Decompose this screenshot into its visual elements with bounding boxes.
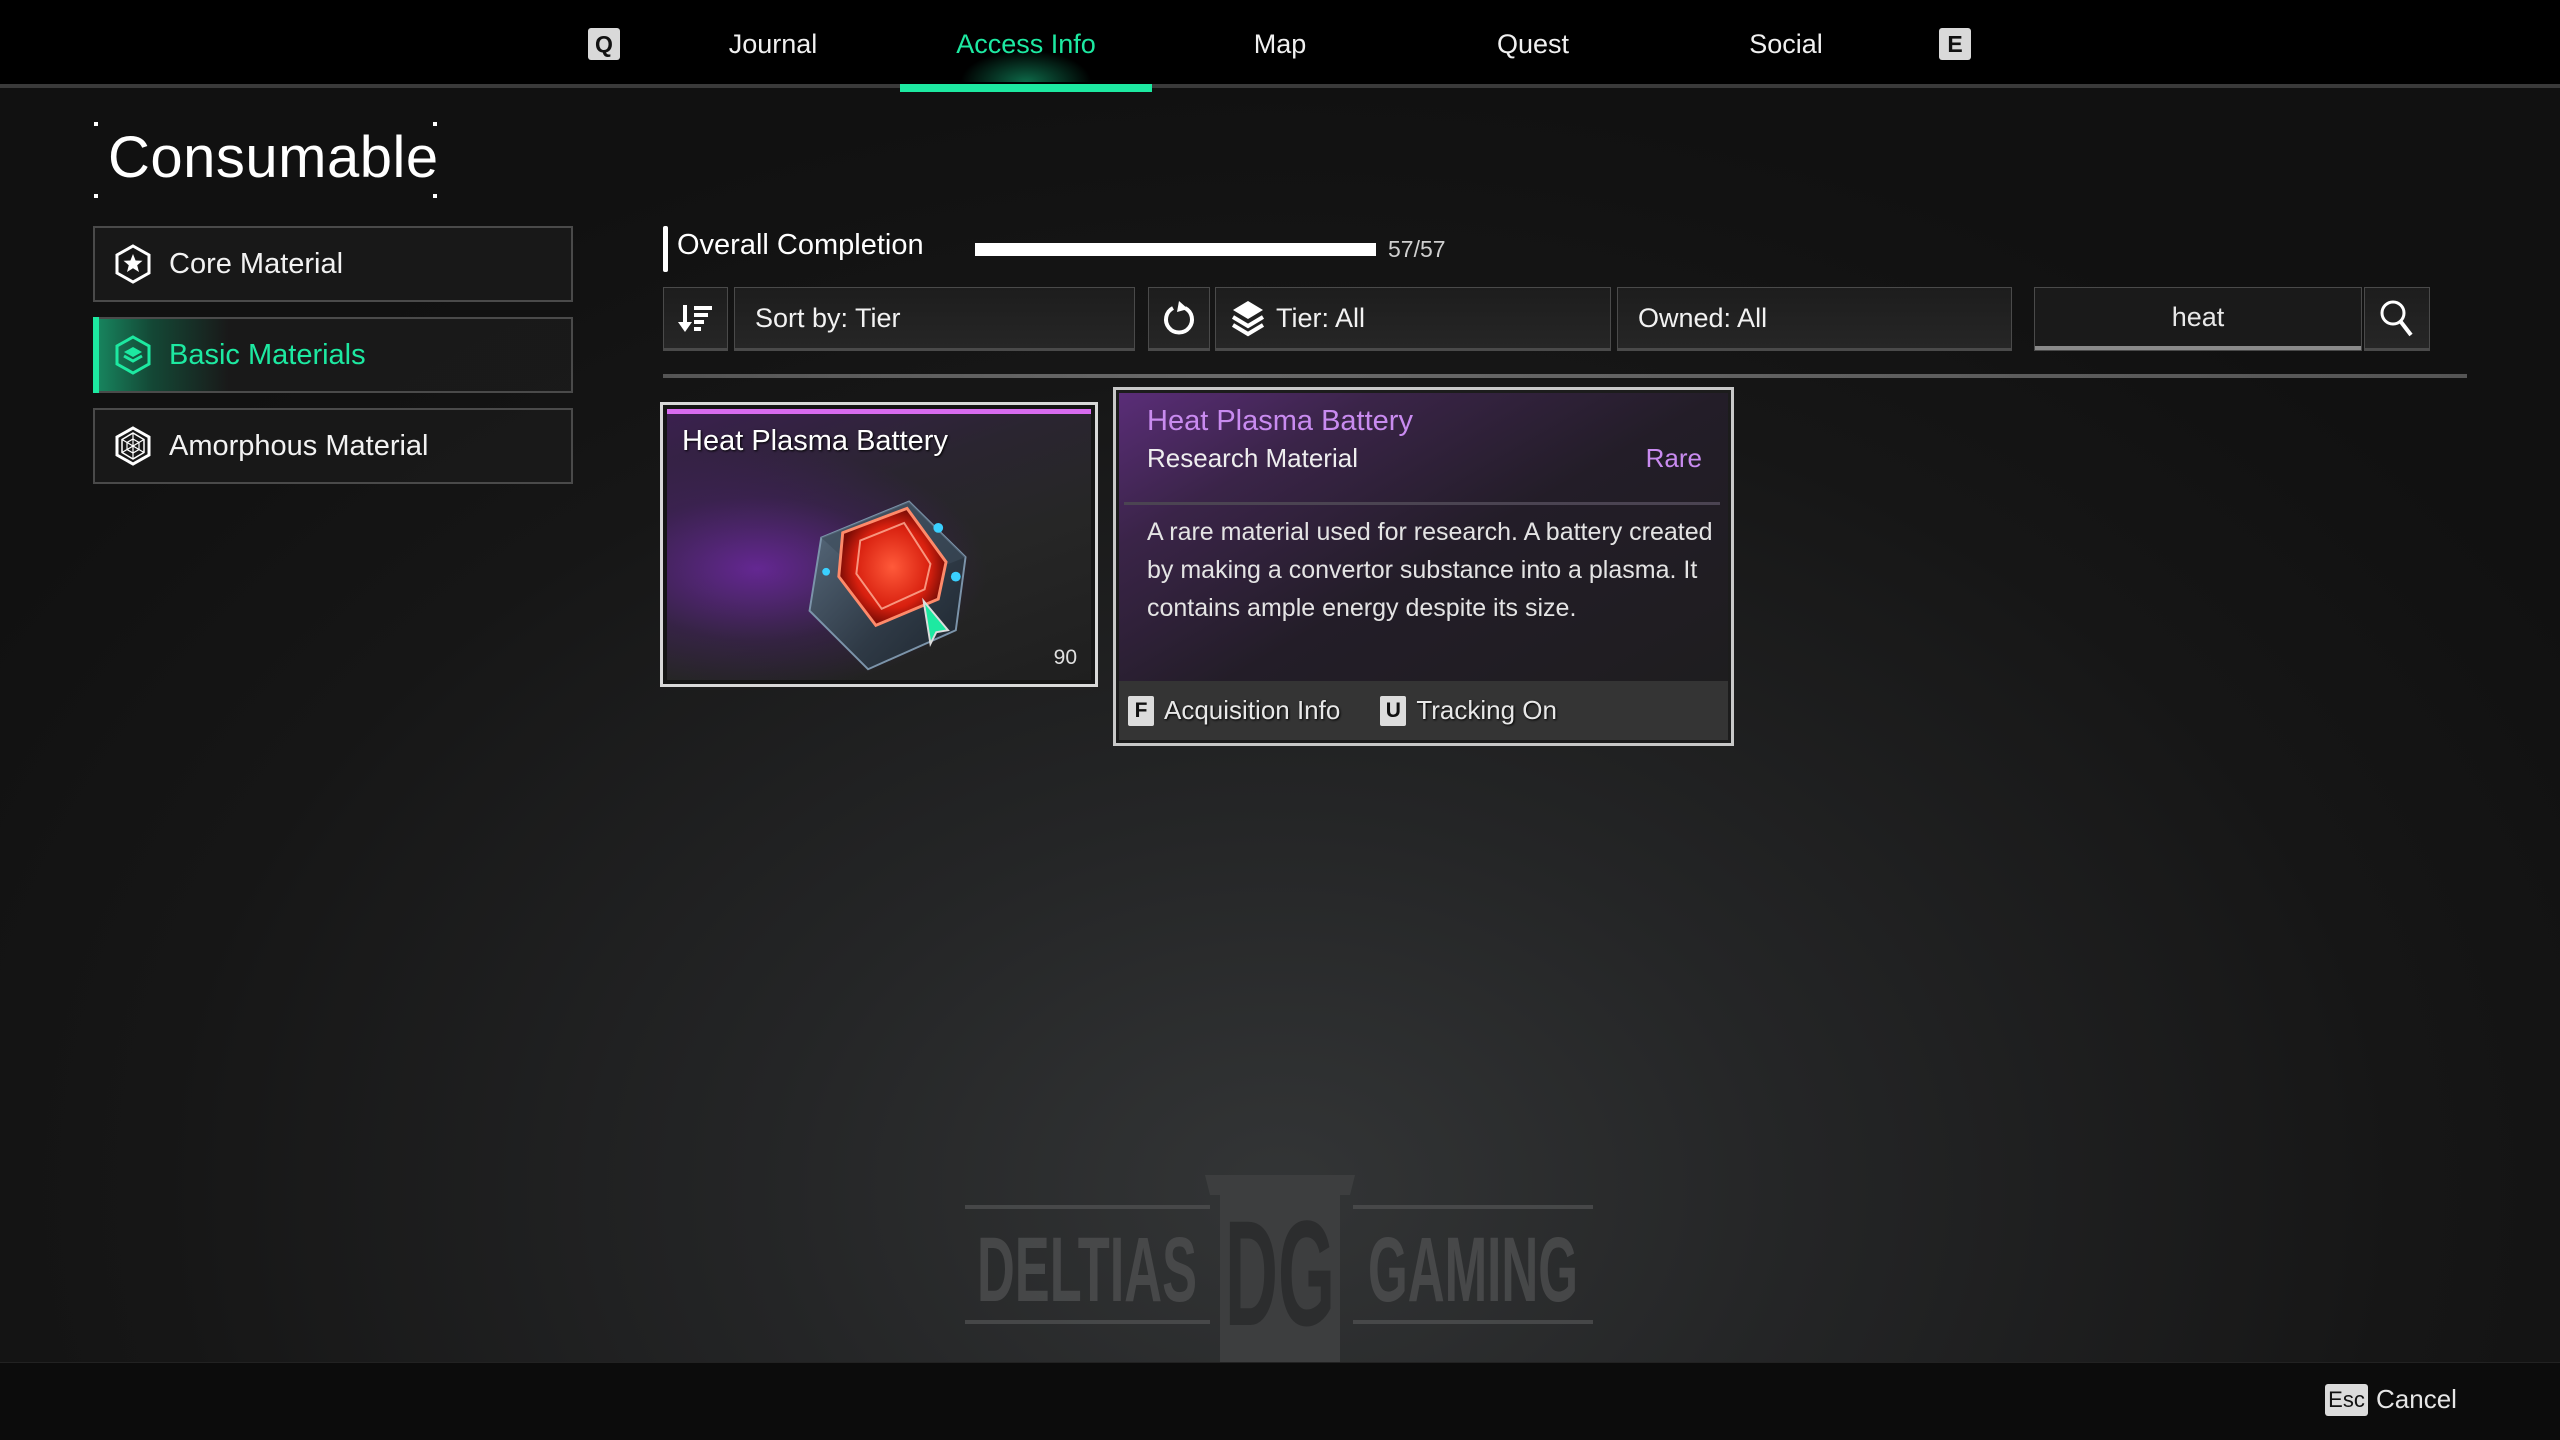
corner-dot (433, 194, 437, 198)
refresh-icon (1164, 301, 1194, 335)
item-tooltip-body: Heat Plasma Battery Research Material Ra… (1119, 393, 1728, 740)
tooltip-separator (1124, 502, 1720, 505)
rarity-strip (667, 409, 1091, 414)
sidebar-item-basic-materials[interactable]: Basic Materials (93, 317, 573, 393)
sidebar-item-label: Core Material (169, 247, 344, 280)
corner-dot (94, 122, 98, 126)
hotkey-f: F (1128, 695, 1154, 726)
completion-progress-bar (975, 243, 1376, 256)
search-icon (2380, 300, 2413, 337)
tracking-label: Tracking On (1416, 695, 1557, 725)
item-tooltip: Heat Plasma Battery Research Material Ra… (1113, 387, 1734, 746)
item-quantity: 90 (1053, 646, 1077, 669)
acquisition-info-action[interactable]: F Acquisition Info (1128, 695, 1340, 726)
tooltip-item-type: Research Material (1147, 443, 1358, 473)
heat-plasma-battery-icon (808, 500, 967, 671)
page-title: Consumable (108, 125, 439, 190)
search-button[interactable] (2364, 287, 2430, 351)
sort-label: Sort by: Tier (755, 302, 901, 333)
watermark-right-text: GAMING (1368, 1219, 1578, 1321)
item-name: Heat Plasma Battery (682, 425, 948, 457)
sidebar-item-label: Amorphous Material (169, 429, 429, 462)
search-field[interactable] (2034, 287, 2362, 351)
item-card[interactable]: Heat Plasma Battery 90 (660, 402, 1098, 687)
cancel-button[interactable]: Cancel (2376, 1384, 2457, 1415)
page-title-frame: Consumable (94, 122, 439, 198)
esc-key[interactable]: Esc (2325, 1384, 2368, 1416)
hexagon-layers-icon (115, 335, 151, 375)
toolbar-divider (663, 374, 2467, 378)
sidebar-item-label: Basic Materials (169, 338, 366, 371)
tracking-toggle-action[interactable]: U Tracking On (1380, 695, 1557, 726)
acquisition-info-label: Acquisition Info (1164, 695, 1341, 725)
tab-map[interactable]: Map (1154, 0, 1406, 88)
section-marker (663, 226, 668, 272)
hotkey-u: U (1380, 695, 1407, 726)
tab-quest[interactable]: Quest (1407, 0, 1659, 88)
bottom-bar (0, 1362, 2560, 1440)
tier-filter-label: Tier: All (1276, 302, 1366, 333)
completion-count: 57/57 (1388, 236, 1446, 262)
reset-filters-button[interactable] (1148, 287, 1210, 351)
tooltip-actions: F Acquisition Info U Tracking On (1119, 681, 1728, 740)
sort-order-button[interactable] (663, 287, 728, 351)
search-input[interactable] (2035, 288, 2361, 346)
tooltip-description: A rare material used for research. A bat… (1147, 518, 1713, 622)
prev-tab-key[interactable]: Q (588, 28, 620, 60)
tab-social[interactable]: Social (1660, 0, 1912, 88)
next-tab-key[interactable]: E (1939, 28, 1971, 60)
tier-filter-dropdown[interactable]: Tier: All (1215, 287, 1611, 351)
owned-filter-dropdown[interactable]: Owned: All (1617, 287, 2012, 351)
hexagon-web-icon (115, 426, 151, 466)
tooltip-rarity: Rare (1645, 443, 1702, 473)
watermark-mark: DG (1225, 1189, 1335, 1357)
completion-progress-fill (975, 243, 1376, 256)
sidebar-item-amorphous-material[interactable]: Amorphous Material (93, 408, 573, 484)
completion-label: Overall Completion (677, 229, 924, 261)
sort-descending-icon (677, 305, 712, 332)
top-nav: Q Journal Access Info Map Quest Social E (0, 0, 2560, 92)
tab-access-info-label: Access Info (956, 28, 1096, 59)
layers-icon (1231, 301, 1265, 337)
item-card-body: Heat Plasma Battery 90 (667, 409, 1091, 680)
sort-dropdown[interactable]: Sort by: Tier (734, 287, 1135, 351)
hexagon-star-icon (115, 244, 151, 284)
watermark-left-text: DELTIAS (977, 1219, 1197, 1321)
watermark-logo: DELTIAS GAMING DG (965, 1175, 1593, 1390)
sidebar-item-core-material[interactable]: Core Material (93, 226, 573, 302)
corner-dot (94, 194, 98, 198)
tab-journal[interactable]: Journal (647, 0, 899, 88)
owned-filter-label: Owned: All (1638, 302, 1768, 333)
tab-access-info[interactable]: Access Info (900, 0, 1152, 92)
tooltip-item-name: Heat Plasma Battery (1147, 405, 1413, 437)
